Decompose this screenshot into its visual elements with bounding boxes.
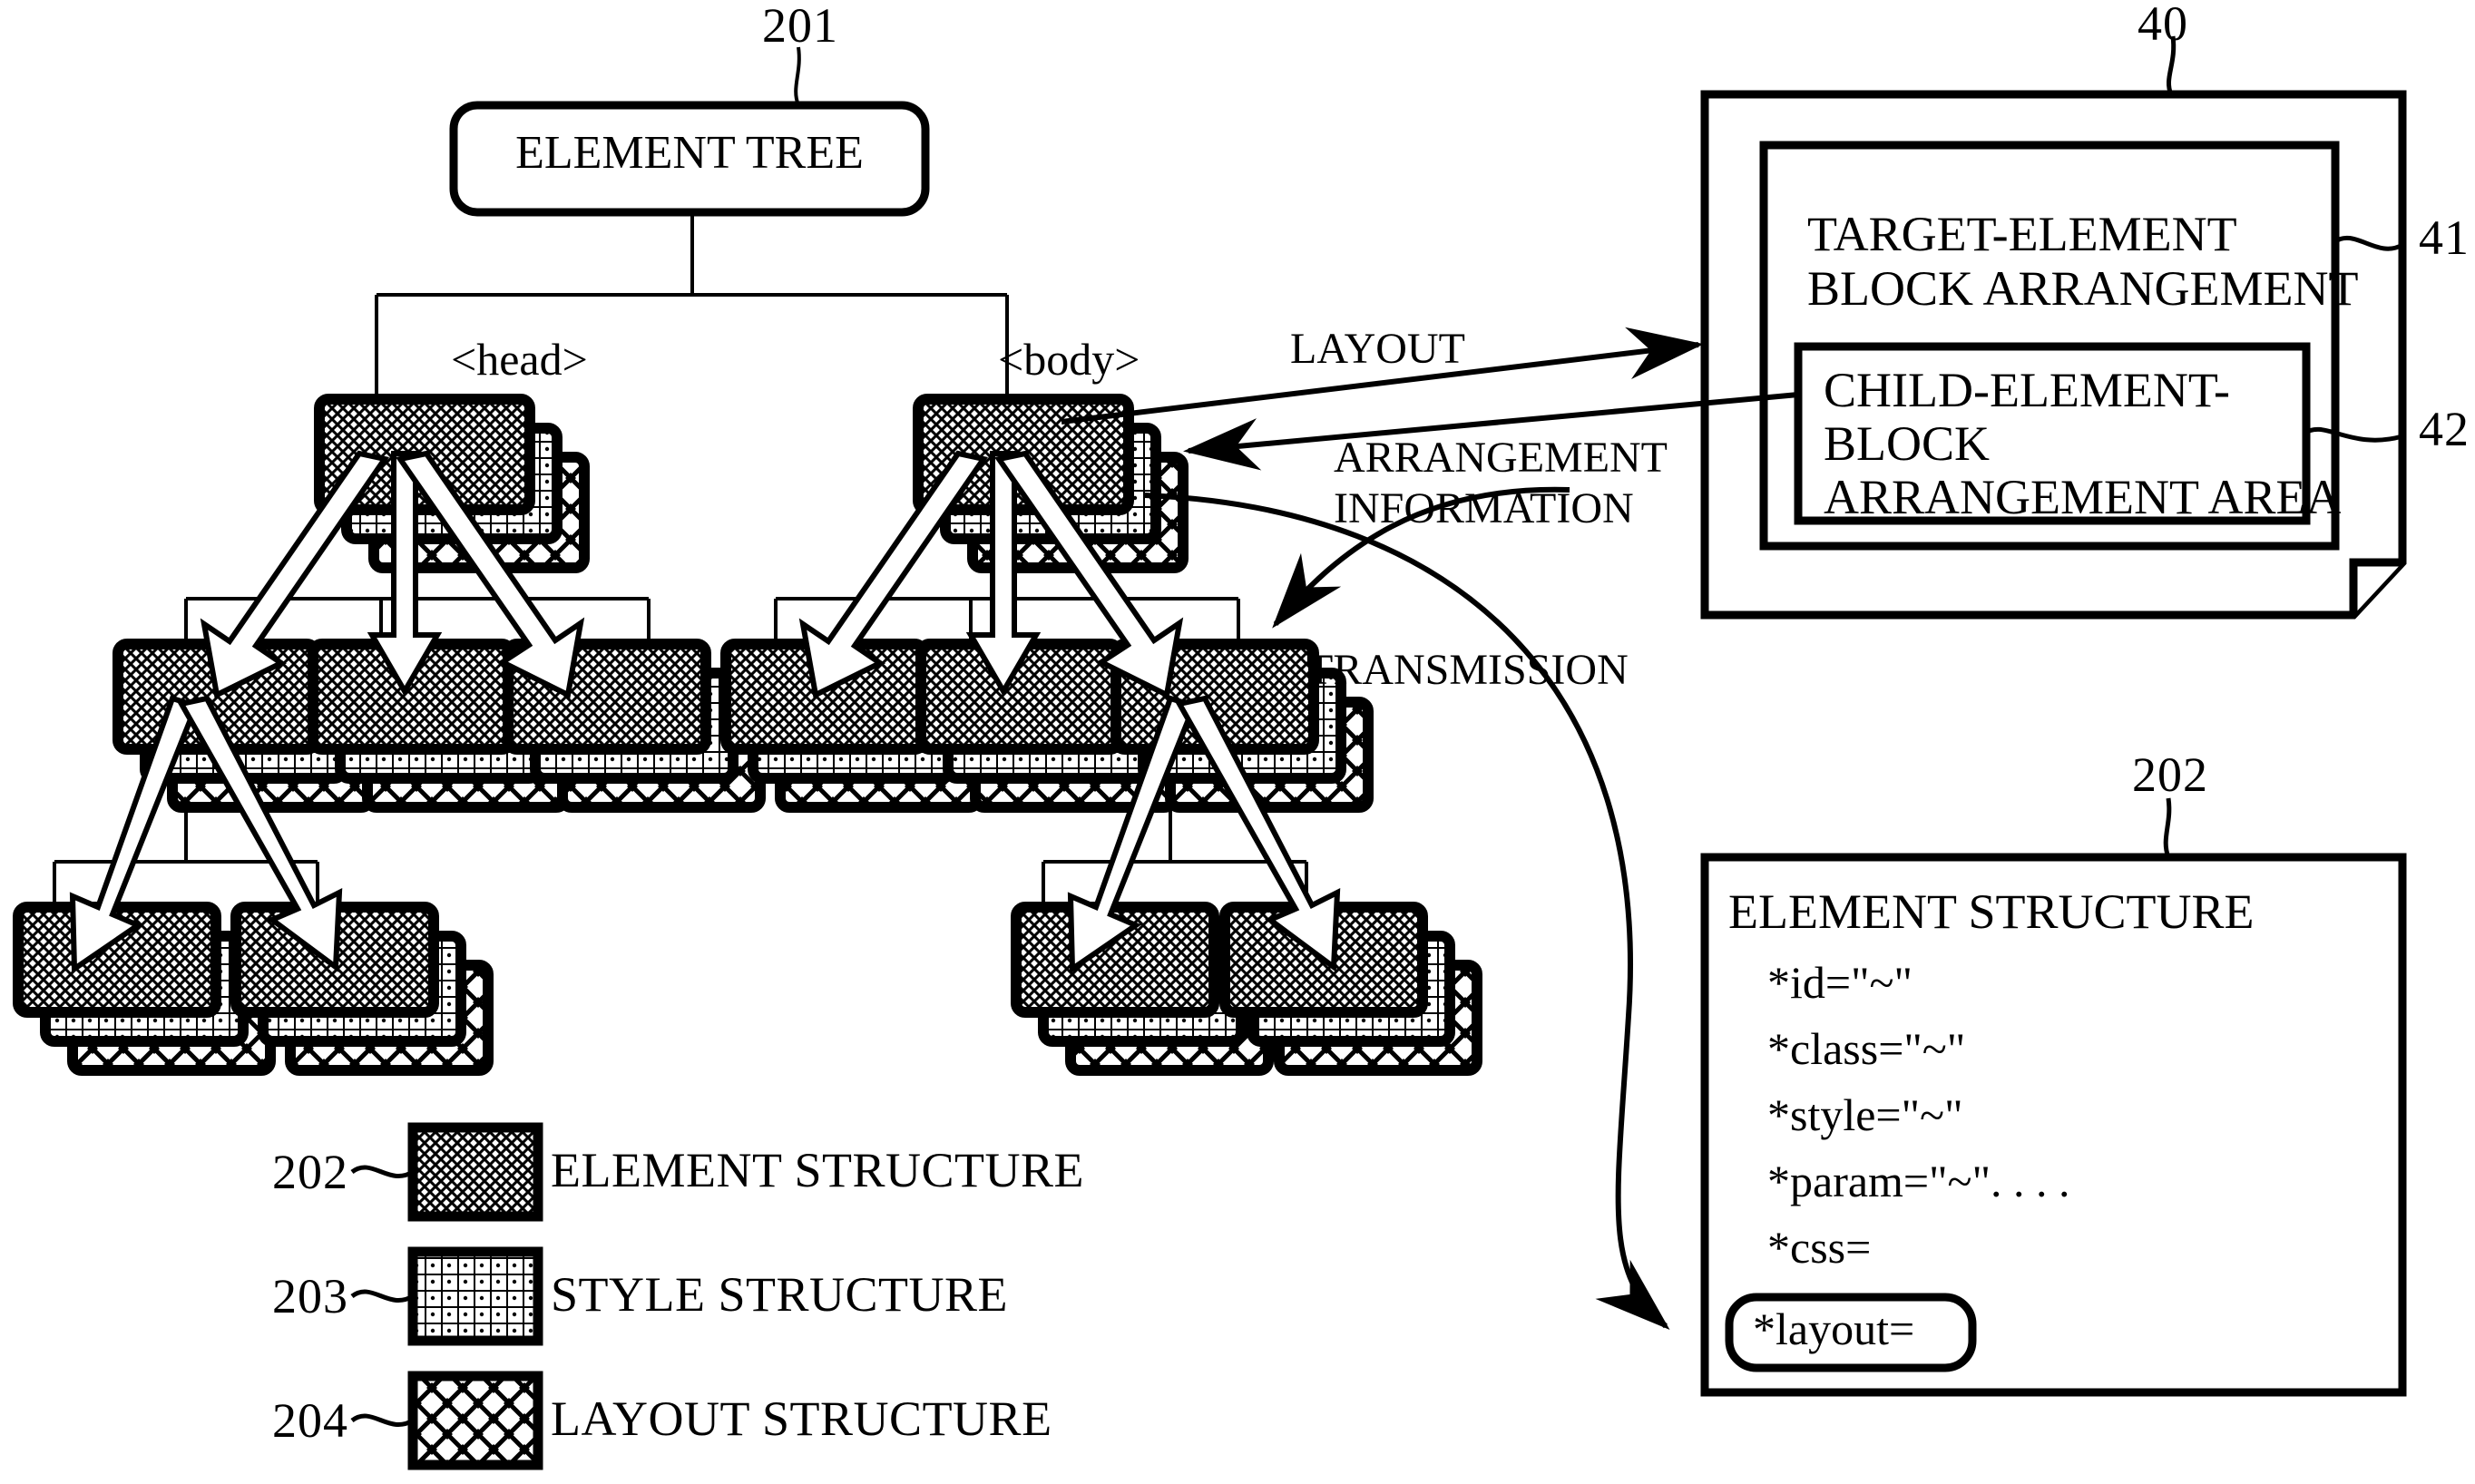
legend-label-layout-structure: LAYOUT STRUCTURE [551, 1391, 1052, 1446]
legend-label-element-structure: ELEMENT STRUCTURE [551, 1143, 1084, 1197]
legend-swatch-element-structure [407, 1122, 543, 1222]
legend-swatch-style-structure [407, 1246, 543, 1346]
legend-ref-203: 203 [272, 1269, 348, 1323]
figure-canvas: ELEMENT TREE 201 <head> <body> 40 41 42 … [0, 0, 2475, 1484]
legend-graphics [350, 1122, 543, 1470]
legend-leader-204 [350, 1413, 415, 1428]
legend-label-style-structure: STYLE STRUCTURE [551, 1267, 1009, 1322]
legend-ref-202: 202 [272, 1145, 348, 1199]
legend-ref-204: 204 [272, 1393, 348, 1448]
legend-leader-203 [350, 1289, 415, 1303]
legend-leader-202 [350, 1165, 415, 1179]
legend-swatch-layout-structure [407, 1371, 543, 1470]
